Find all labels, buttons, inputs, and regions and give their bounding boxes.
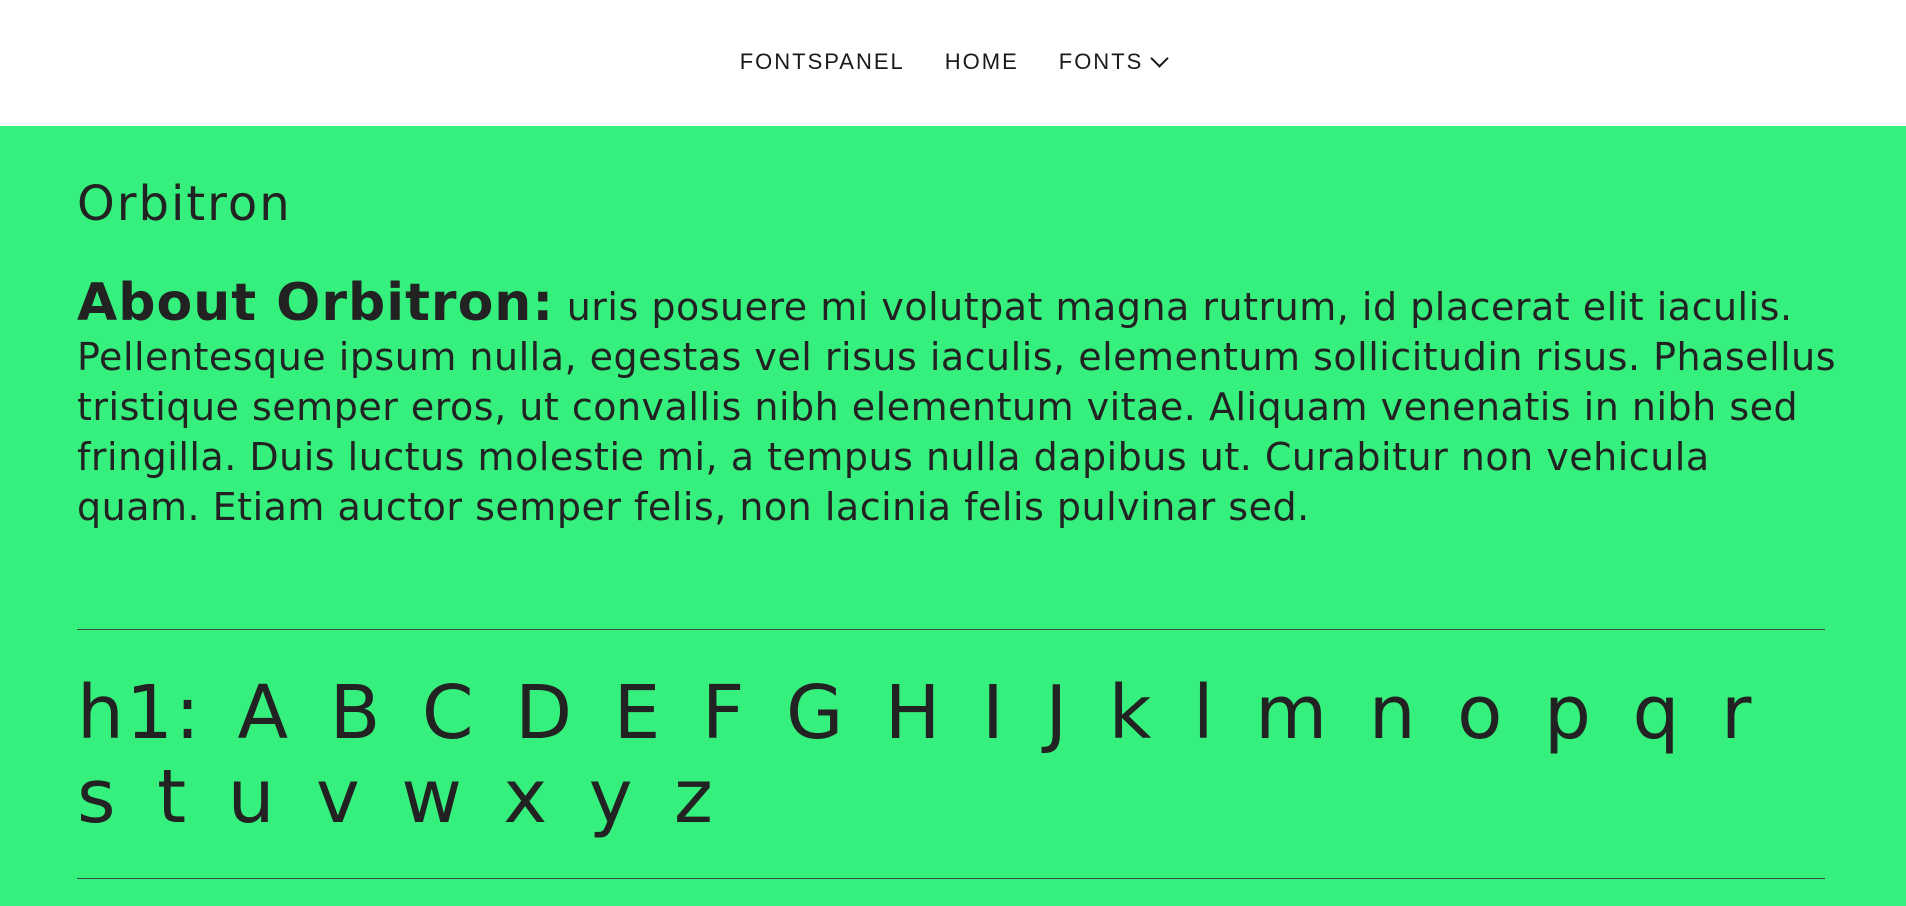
h1-alphabet: A B C D E F G H I J k l m n o p q r s t …	[77, 670, 1758, 840]
nav-fonts-dropdown[interactable]: FONTS	[1058, 49, 1170, 75]
about-label: About Orbitron:	[77, 273, 555, 333]
top-navigation: FONTSPANEL HOME FONTS	[0, 0, 1906, 126]
page-title: Orbitron	[77, 176, 292, 232]
nav-brand-link[interactable]: FONTSPANEL	[740, 49, 905, 75]
nav-home-link[interactable]: HOME	[945, 49, 1019, 75]
divider	[77, 878, 1825, 879]
nav-fonts-label: FONTS	[1058, 49, 1144, 74]
chevron-down-icon	[1150, 49, 1170, 68]
h1-sample: h1: A B C D E F G H I J k l m n o p q r …	[77, 671, 1837, 839]
about-paragraph: About Orbitron: uris posuere mi volutpat…	[77, 277, 1837, 532]
divider	[77, 629, 1825, 630]
h1-label: h1:	[77, 670, 202, 756]
font-detail-section: Orbitron About Orbitron: uris posuere mi…	[0, 126, 1906, 906]
